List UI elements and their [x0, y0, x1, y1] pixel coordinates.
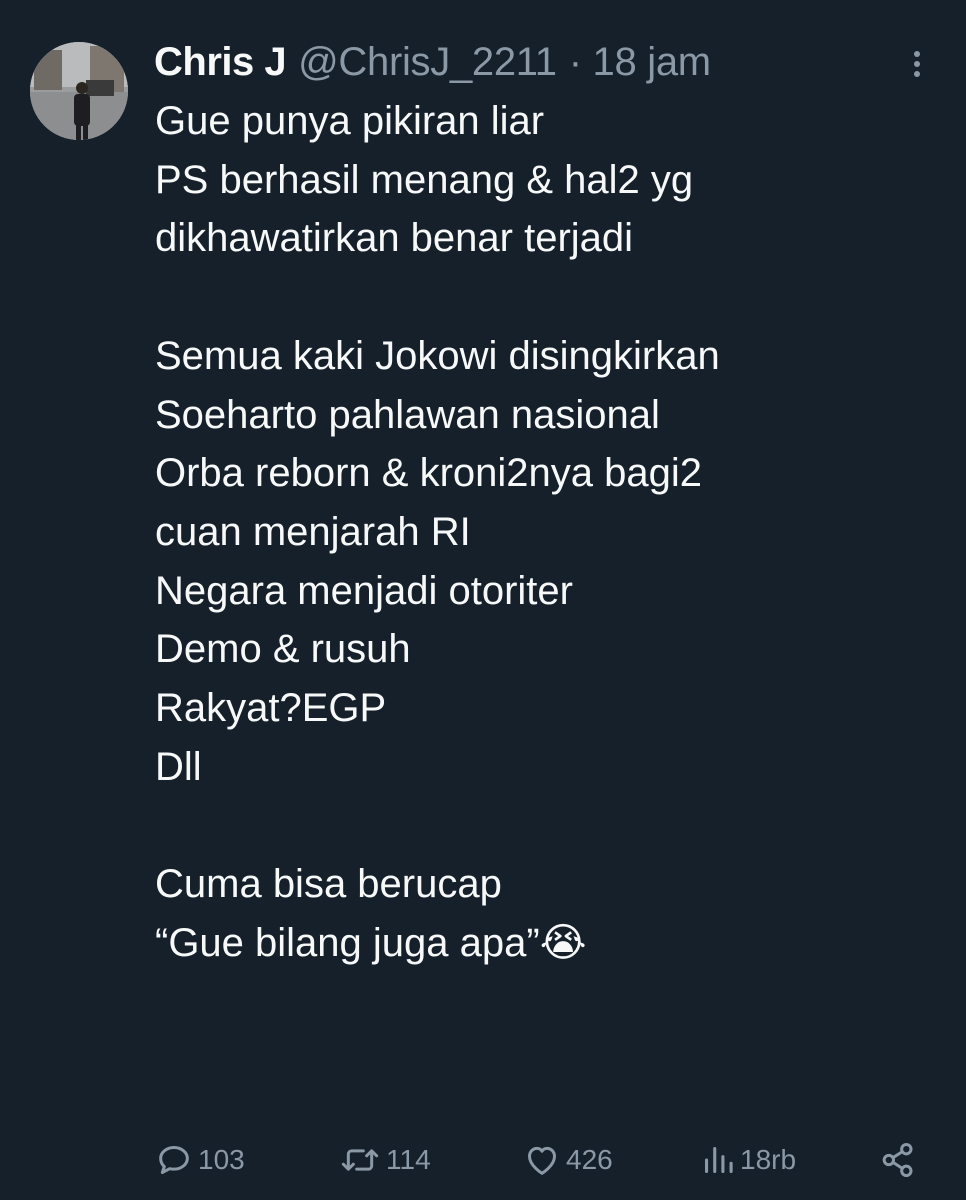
tweet-header: Chris J @ChrisJ_2211 · 18 jam [154, 34, 711, 90]
repost-count: 114 [386, 1144, 431, 1175]
author-handle[interactable]: @ChrisJ_2211 [298, 40, 557, 85]
share-icon [882, 1143, 913, 1177]
repost-button[interactable]: 114 [338, 1138, 431, 1182]
reply-button[interactable]: 103 [154, 1138, 245, 1182]
like-button[interactable]: 426 [522, 1138, 613, 1182]
repost-icon [341, 1149, 379, 1171]
avatar-photo [30, 42, 128, 140]
reply-icon [159, 1146, 189, 1174]
tweet-actions: 103 114 426 18rb [0, 1138, 966, 1182]
more-vertical-icon[interactable] [904, 44, 930, 84]
views-count: 18rb [740, 1144, 797, 1175]
tweet-text: Gue punya pikiran liar PS berhasil menan… [155, 99, 720, 965]
like-count: 426 [566, 1144, 613, 1175]
views-button[interactable]: 18rb [700, 1138, 796, 1182]
share-button[interactable] [878, 1138, 918, 1182]
tweet-timestamp[interactable]: · 18 jam [569, 40, 711, 85]
avatar[interactable] [30, 42, 128, 140]
reply-count: 103 [198, 1144, 245, 1175]
views-chart-icon [704, 1146, 733, 1174]
author-name[interactable]: Chris J [154, 40, 287, 85]
heart-icon [528, 1146, 556, 1175]
